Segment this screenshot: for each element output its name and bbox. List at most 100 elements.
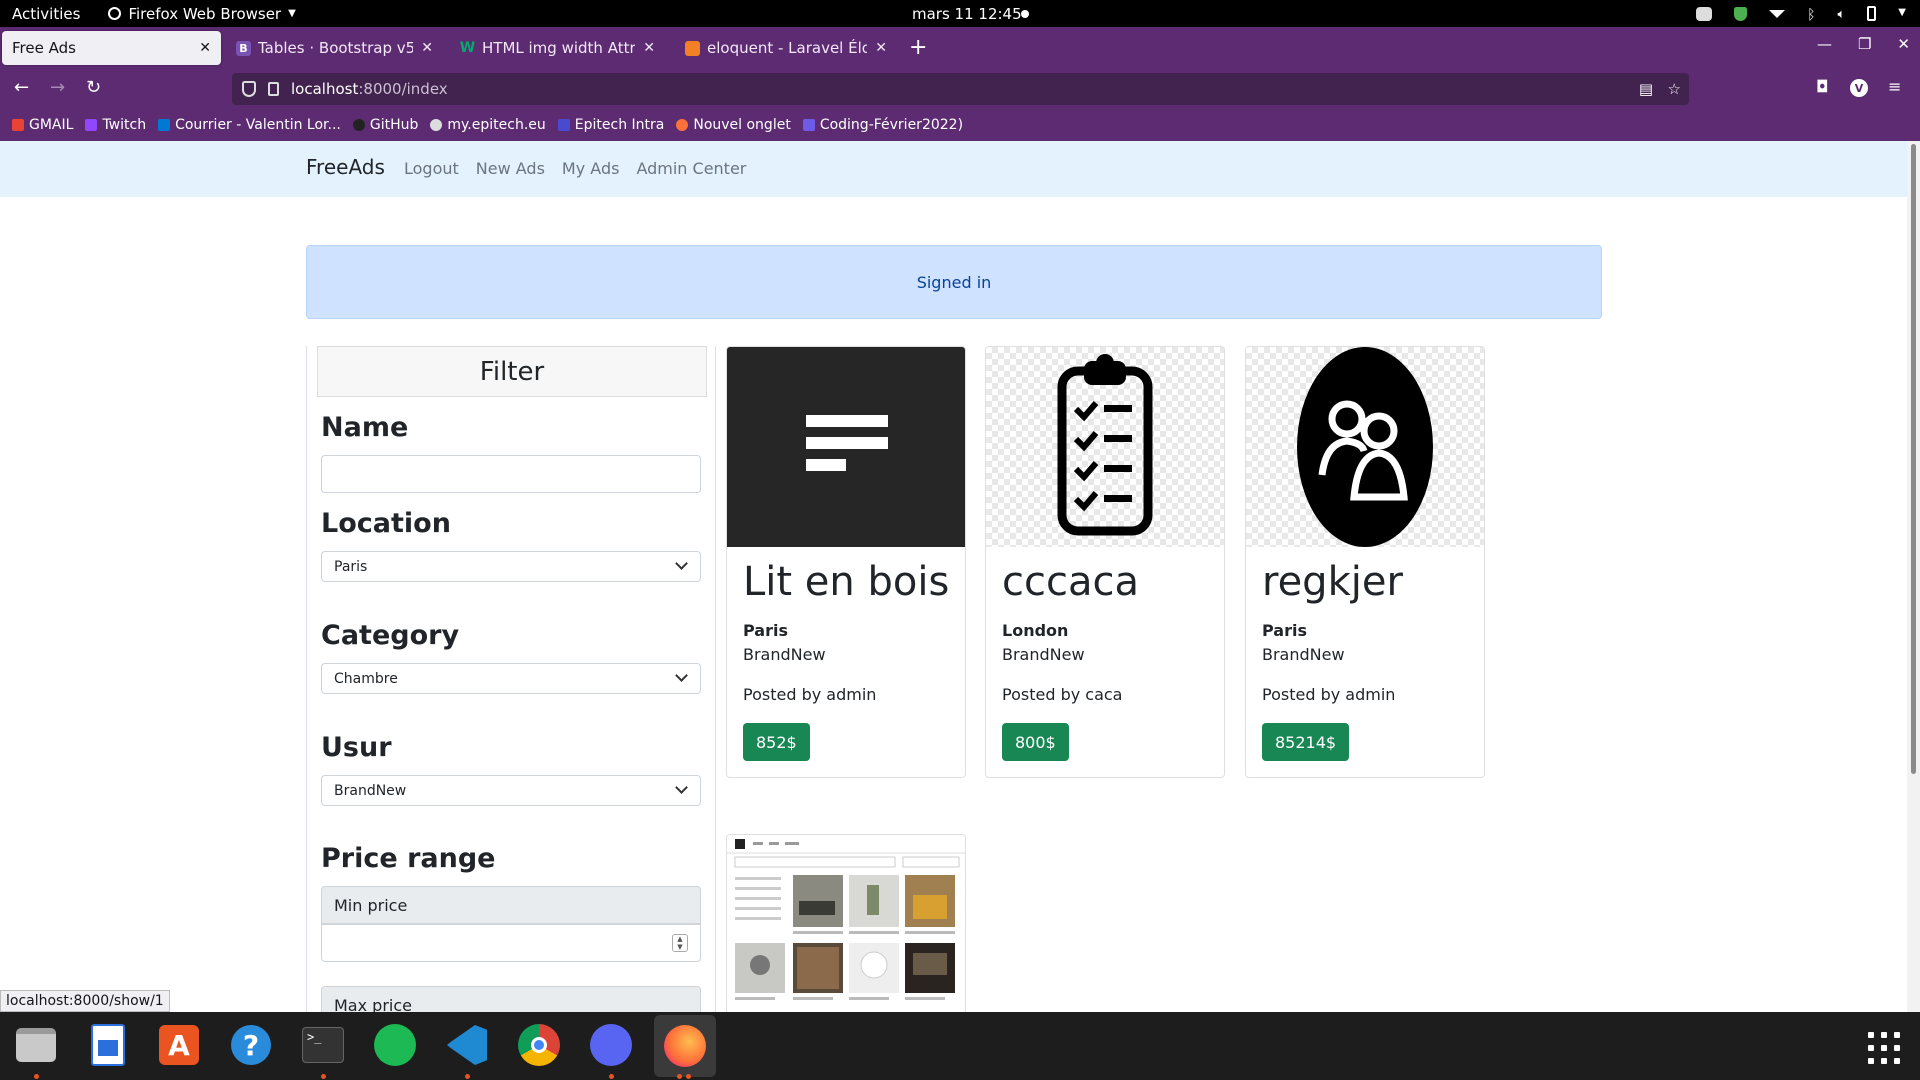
ad-title[interactable]: regkjer — [1262, 559, 1403, 605]
chrome-icon[interactable] — [516, 1022, 562, 1068]
name-input[interactable] — [321, 455, 701, 493]
vscode-icon[interactable] — [444, 1022, 490, 1068]
close-window-icon[interactable]: ✕ — [1897, 35, 1910, 53]
bookmark-star-icon[interactable]: ☆ — [1668, 80, 1681, 98]
bookmark-label: my.epitech.eu — [447, 117, 546, 133]
ubuntu-software-icon[interactable]: A — [156, 1022, 202, 1068]
nav-admin-center[interactable]: Admin Center — [636, 159, 746, 178]
files-app-icon[interactable] — [13, 1022, 59, 1068]
clock[interactable]: mars 11 12:45 — [912, 5, 1022, 23]
page-info-icon[interactable] — [268, 82, 279, 96]
help-icon[interactable]: ? — [228, 1022, 274, 1068]
power-menu-icon: ▼ — [1898, 6, 1906, 18]
text-lines-icon — [806, 415, 888, 471]
category-select[interactable]: Chambre — [321, 663, 701, 694]
link-status-bar: localhost:8000/show/1 — [0, 990, 170, 1012]
reader-view-icon[interactable]: ▤ — [1639, 80, 1653, 98]
bookmark-nouvel-onglet[interactable]: Nouvel onglet — [676, 117, 791, 133]
ad-card[interactable]: regkjer Paris BrandNew Posted by admin 8… — [1245, 346, 1485, 778]
bookmark-github[interactable]: GitHub — [352, 117, 418, 133]
system-tray[interactable]: ᛒ 🔈︎ ▼ — [1696, 0, 1906, 27]
tracking-shield-icon[interactable] — [242, 81, 256, 97]
bookmark-my-epitech[interactable]: my.epitech.eu — [430, 117, 546, 133]
url-bar[interactable]: localhost:8000/index ▤ ☆ — [232, 73, 1689, 105]
reload-icon[interactable]: ↻ — [86, 77, 101, 98]
app-menu-label: Firefox Web Browser — [128, 4, 282, 23]
location-label: Location — [321, 508, 451, 539]
min-price-input[interactable]: ▲ ▼ — [321, 924, 701, 962]
nav-new-ads[interactable]: New Ads — [476, 159, 545, 178]
bookmark-epitech-intra[interactable]: Epitech Intra — [557, 117, 664, 133]
hamburger-menu-icon[interactable]: ≡ — [1888, 77, 1901, 96]
restore-icon[interactable]: ❐ — [1858, 35, 1871, 53]
brand-link[interactable]: FreeAds — [306, 155, 385, 179]
close-icon[interactable]: ✕ — [643, 40, 655, 56]
bookmark-twitch[interactable]: Twitch — [85, 117, 146, 133]
back-arrow-icon[interactable]: ← — [14, 77, 29, 98]
ad-card[interactable] — [726, 834, 966, 1012]
close-icon[interactable]: ✕ — [421, 40, 433, 56]
tab-w3schools[interactable]: W HTML img width Attribute ✕ — [450, 31, 665, 65]
running-indicator — [609, 1074, 614, 1079]
spotify-icon[interactable] — [372, 1022, 418, 1068]
tab-title: Free Ads — [12, 39, 76, 57]
scrollbar-thumb[interactable] — [1911, 144, 1916, 774]
intra-icon — [557, 119, 570, 131]
close-icon[interactable]: ✕ — [875, 40, 887, 56]
bookmark-label: GMAIL — [29, 117, 74, 133]
usur-select[interactable]: BrandNew — [321, 775, 701, 806]
tab-stackoverflow[interactable]: eloquent - Laravel Éloquent ✕ — [675, 31, 897, 65]
forward-arrow-icon[interactable]: → — [50, 77, 65, 98]
bookmark-gmail[interactable]: GMAIL — [12, 117, 73, 133]
libreoffice-writer-icon[interactable] — [85, 1022, 131, 1068]
app-menu[interactable]: Firefox Web Browser ▼ — [108, 4, 296, 23]
bookmark-coding[interactable]: Coding-Février2022) — [802, 117, 963, 133]
ad-posted-by: Posted by admin — [743, 685, 877, 704]
nav-logout[interactable]: Logout — [404, 159, 459, 178]
ad-price-button[interactable]: 852$ — [743, 723, 810, 761]
bookmark-label: Nouvel onglet — [693, 117, 791, 133]
ad-image — [727, 835, 965, 1012]
firefox-dock-icon[interactable] — [654, 1015, 716, 1077]
new-tab-plus-icon[interactable]: + — [909, 35, 927, 60]
chevron-down-icon — [675, 781, 688, 794]
page-scrollbar[interactable] — [1907, 141, 1920, 1012]
price-range-label: Price range — [321, 843, 496, 874]
category-label: Category — [321, 620, 460, 651]
discord-icon[interactable] — [588, 1022, 634, 1068]
activities-button[interactable]: Activities — [12, 5, 80, 23]
ad-location: Paris — [1262, 621, 1307, 640]
tab-bootstrap[interactable]: B Tables · Bootstrap v5.0 ✕ — [226, 31, 443, 65]
pocket-icon[interactable]: ◘ — [1816, 77, 1829, 96]
browser-chrome: Free Ads ✕ B Tables · Bootstrap v5.0 ✕ W… — [0, 27, 1920, 141]
location-select[interactable]: Paris — [321, 551, 701, 582]
url-host: localhost — [291, 80, 359, 98]
url-text[interactable]: localhost:8000/index — [291, 80, 448, 98]
ad-title[interactable]: Lit en bois — [743, 559, 949, 605]
ad-card[interactable]: Lit en bois Paris BrandNew Posted by adm… — [726, 346, 966, 778]
minimize-icon[interactable]: — — [1817, 35, 1832, 53]
ad-card[interactable]: cccaca London BrandNew Posted by caca 80… — [985, 346, 1225, 778]
nav-my-ads[interactable]: My Ads — [562, 159, 620, 178]
terminal-icon[interactable]: >_ — [300, 1022, 346, 1068]
chevron-down-icon — [675, 557, 688, 570]
twitch-icon — [85, 119, 98, 131]
ad-image — [1246, 347, 1484, 547]
ad-price-button[interactable]: 85214$ — [1262, 723, 1350, 761]
number-spinner-icon[interactable]: ▲ ▼ — [672, 934, 688, 952]
running-indicator — [465, 1074, 470, 1079]
nav-links: Logout New Ads My Ads Admin Center — [404, 159, 746, 178]
close-icon[interactable]: ✕ — [199, 40, 211, 56]
ad-title[interactable]: cccaca — [1002, 559, 1139, 605]
ad-location: London — [1002, 621, 1069, 640]
ad-condition: BrandNew — [743, 645, 826, 664]
ad-price-button[interactable]: 800$ — [1002, 723, 1069, 761]
filter-panel: Filter Name Location Paris Category Cham… — [306, 346, 716, 1012]
account-avatar[interactable]: V — [1850, 79, 1868, 97]
outlook-icon — [158, 119, 171, 131]
clipboard-checklist-icon — [1057, 354, 1153, 536]
tab-free-ads[interactable]: Free Ads ✕ — [2, 31, 221, 65]
show-applications-icon[interactable] — [1868, 1032, 1900, 1064]
notification-dot — [1021, 10, 1029, 18]
bookmark-courrier[interactable]: Courrier - Valentin Lor... — [158, 117, 341, 133]
